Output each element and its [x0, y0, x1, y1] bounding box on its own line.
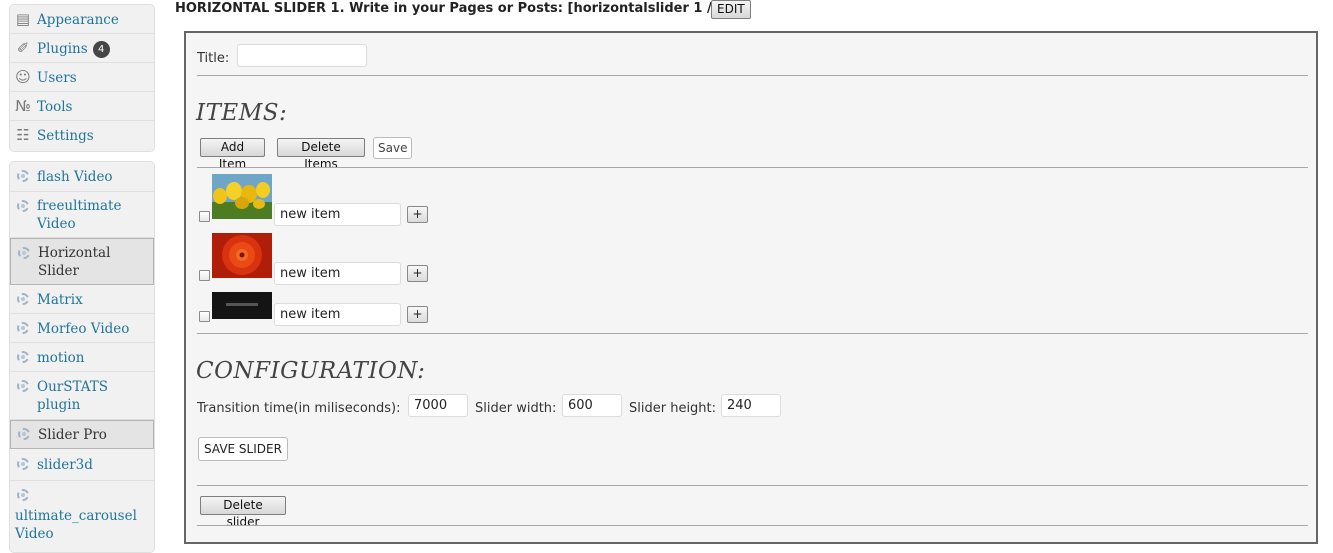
- menu-item-settings[interactable]: ☷ Settings: [10, 121, 154, 151]
- item-checkbox[interactable]: [199, 211, 210, 222]
- menu-item-tools[interactable]: № Tools: [10, 92, 154, 121]
- menu-label: Morfeo Video: [37, 321, 130, 337]
- slider-settings-panel: Title: ITEMS: Add Item Delete Items Save…: [184, 31, 1318, 544]
- item-name-input[interactable]: new item: [274, 262, 401, 285]
- configuration-heading: CONFIGURATION:: [196, 358, 426, 384]
- transition-time-input[interactable]: 7000: [408, 394, 468, 417]
- menu-item-matrix[interactable]: Matrix: [10, 285, 154, 314]
- divider: [197, 485, 1308, 486]
- slider-pro-logo-image: [212, 292, 272, 319]
- delete-slider-button[interactable]: Delete slider: [200, 496, 286, 529]
- save-slider-button[interactable]: SAVE SLIDER: [198, 437, 288, 461]
- add-item-button[interactable]: Add Item: [200, 138, 265, 171]
- cog-icon: [15, 488, 31, 504]
- menu-item-appearance[interactable]: ▤ Appearance: [10, 5, 154, 34]
- users-icon: ☺: [15, 68, 31, 86]
- menu-item-freeultimate-video[interactable]: freeultimate Video: [10, 192, 154, 238]
- divider: [197, 167, 1308, 168]
- cog-icon: [15, 199, 31, 215]
- item-thumbnail: [212, 233, 272, 278]
- yellow-tulips-image: [212, 174, 272, 219]
- edit-button[interactable]: EDIT: [711, 0, 751, 19]
- item-add-image-button[interactable]: +: [407, 306, 428, 323]
- divider: [197, 75, 1308, 76]
- transition-time-label: Transition time(in miliseconds):: [197, 401, 401, 416]
- menu-item-users[interactable]: ☺ Users: [10, 63, 154, 92]
- menu-label-wrap: Plugins 4: [37, 40, 150, 58]
- menu-label: ultimate_carousel Video: [15, 508, 137, 542]
- divider: [197, 333, 1308, 334]
- menu-label: Plugins: [37, 41, 88, 57]
- menu-item-flash-video[interactable]: flash Video: [10, 162, 154, 192]
- menu-label: motion: [37, 350, 85, 366]
- menu-item-ourstats-plugin[interactable]: OurSTATS plugin: [10, 372, 154, 420]
- item-add-image-button[interactable]: +: [407, 265, 428, 282]
- update-count-badge: 4: [92, 41, 110, 58]
- tools-icon: №: [15, 97, 31, 115]
- menu-item-motion[interactable]: motion: [10, 343, 154, 372]
- menu-item-ultimate-carousel-video[interactable]: ultimate_carousel Video: [10, 481, 154, 552]
- menu-item-plugins[interactable]: ✐ Plugins 4: [10, 34, 154, 63]
- items-heading: ITEMS:: [196, 100, 288, 126]
- menu-label: Appearance: [37, 12, 119, 28]
- slider-height-input[interactable]: 240: [721, 394, 781, 417]
- title-input[interactable]: [237, 44, 367, 67]
- menu-label: slider3d: [37, 457, 93, 473]
- divider: [197, 525, 1308, 526]
- item-name-input[interactable]: new item: [274, 303, 401, 326]
- item-checkbox[interactable]: [199, 311, 210, 322]
- slider-height-label: Slider height:: [629, 401, 717, 416]
- title-label: Title:: [197, 51, 230, 66]
- cog-icon: [15, 292, 31, 308]
- item-add-image-button[interactable]: +: [407, 206, 428, 223]
- menu-label: OurSTATS plugin: [37, 379, 108, 413]
- appearance-icon: ▤: [15, 10, 31, 28]
- cog-icon: [16, 427, 32, 443]
- item-thumbnail: [212, 292, 272, 319]
- item-thumbnail: [212, 174, 272, 219]
- cog-icon: [15, 379, 31, 395]
- cog-icon: [15, 321, 31, 337]
- delete-items-button[interactable]: Delete Items: [277, 138, 365, 171]
- menu-label: Horizontal Slider: [38, 245, 111, 279]
- menu-label: Matrix: [37, 292, 83, 308]
- plugin-menu: flash Video freeultimate Video Horizonta…: [9, 161, 155, 553]
- item-name-input[interactable]: new item: [274, 203, 401, 226]
- menu-item-morfeo-video[interactable]: Morfeo Video: [10, 314, 154, 343]
- menu-label: flash Video: [37, 169, 113, 185]
- save-items-button[interactable]: Save: [373, 137, 412, 159]
- menu-item-slider3d[interactable]: slider3d: [10, 449, 154, 481]
- menu-label: Tools: [37, 99, 73, 115]
- cog-icon: [15, 350, 31, 366]
- menu-label: Slider Pro: [38, 427, 107, 443]
- slider-width-label: Slider width:: [475, 401, 557, 416]
- menu-item-horizontal-slider[interactable]: Horizontal Slider: [10, 238, 154, 285]
- menu-item-slider-pro[interactable]: Slider Pro: [10, 420, 154, 449]
- menu-label: Users: [37, 70, 77, 86]
- admin-sidebar: ▤ Appearance ✐ Plugins 4 ☺ Users № Tools …: [0, 0, 155, 553]
- plugins-icon: ✐: [16, 39, 30, 57]
- menu-label: freeultimate Video: [37, 198, 122, 232]
- cog-icon: [16, 246, 32, 262]
- orange-flower-image: [212, 233, 272, 278]
- menu-label: Settings: [37, 128, 94, 144]
- item-checkbox[interactable]: [199, 270, 210, 281]
- cog-icon: [15, 169, 31, 185]
- slider-width-input[interactable]: 600: [562, 394, 622, 417]
- settings-icon: ☷: [16, 126, 30, 144]
- page-title: HORIZONTAL SLIDER 1. Write in your Pages…: [175, 1, 718, 16]
- cog-icon: [15, 457, 31, 473]
- admin-menu: ▤ Appearance ✐ Plugins 4 ☺ Users № Tools …: [9, 4, 155, 152]
